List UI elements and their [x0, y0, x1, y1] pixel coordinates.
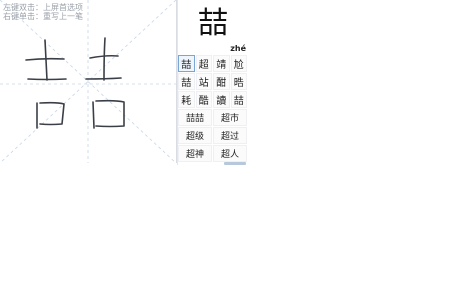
candidate-char[interactable]: 酷 — [195, 91, 212, 108]
stroke — [103, 37, 106, 81]
candidate-char[interactable]: 靖 — [213, 55, 230, 72]
candidate-char[interactable]: 超 — [195, 55, 212, 72]
candidate-char[interactable]: 晧 — [230, 73, 247, 90]
stroke — [95, 99, 125, 128]
main-candidate[interactable]: 喆 — [178, 4, 248, 44]
candidate-grid: 喆 超 靖 尬 喆 站 酣 晧 耗 酷 讀 喆 喆喆 超市 超级 超过 超神 超… — [178, 55, 248, 163]
candidate-row: 喆 超 靖 尬 — [178, 55, 248, 73]
candidate-char[interactable]: 喆 — [178, 73, 195, 90]
candidate-row: 耗 酷 讀 喆 — [178, 91, 248, 109]
candidate-char[interactable]: 喆 — [178, 55, 195, 72]
candidate-char[interactable]: 喆 — [230, 91, 247, 108]
candidate-char[interactable]: 站 — [195, 73, 212, 90]
pinyin-label: zhé — [230, 44, 246, 53]
candidate-phrase[interactable]: 喆喆 — [178, 109, 212, 126]
candidate-char[interactable]: 讀 — [213, 91, 230, 108]
handwriting-pad[interactable]: 左键双击：上屏首选项 右键单击：重写上一笔 — [0, 0, 177, 163]
candidate-phrase[interactable]: 超过 — [213, 127, 247, 144]
writing-canvas[interactable] — [0, 0, 176, 163]
candidate-char[interactable]: 酣 — [213, 73, 230, 90]
stroke — [25, 57, 65, 61]
candidate-char[interactable]: 尬 — [230, 55, 247, 72]
candidate-phrase[interactable]: 超人 — [213, 145, 247, 162]
handwritten-strokes — [25, 37, 125, 129]
stroke — [92, 101, 95, 129]
candidate-char[interactable]: 耗 — [178, 91, 195, 108]
phrase-row: 超神 超人 — [178, 145, 248, 163]
candidate-panel: 喆 zhé 喆 超 靖 尬 喆 站 酣 晧 耗 酷 讀 喆 喆喆 超市 超级 超… — [177, 0, 248, 165]
guide-lines — [0, 0, 176, 163]
phrase-row: 超级 超过 — [178, 127, 248, 145]
candidate-phrase[interactable]: 超市 — [213, 109, 247, 126]
candidate-phrase[interactable]: 超神 — [178, 145, 212, 162]
stroke — [27, 78, 67, 81]
stroke — [44, 39, 48, 81]
stroke — [39, 101, 65, 126]
candidate-row: 喆 站 酣 晧 — [178, 73, 248, 91]
phrase-row: 喆喆 超市 — [178, 109, 248, 127]
scrollbar-thumb[interactable] — [224, 162, 246, 165]
candidate-phrase[interactable]: 超级 — [178, 127, 212, 144]
